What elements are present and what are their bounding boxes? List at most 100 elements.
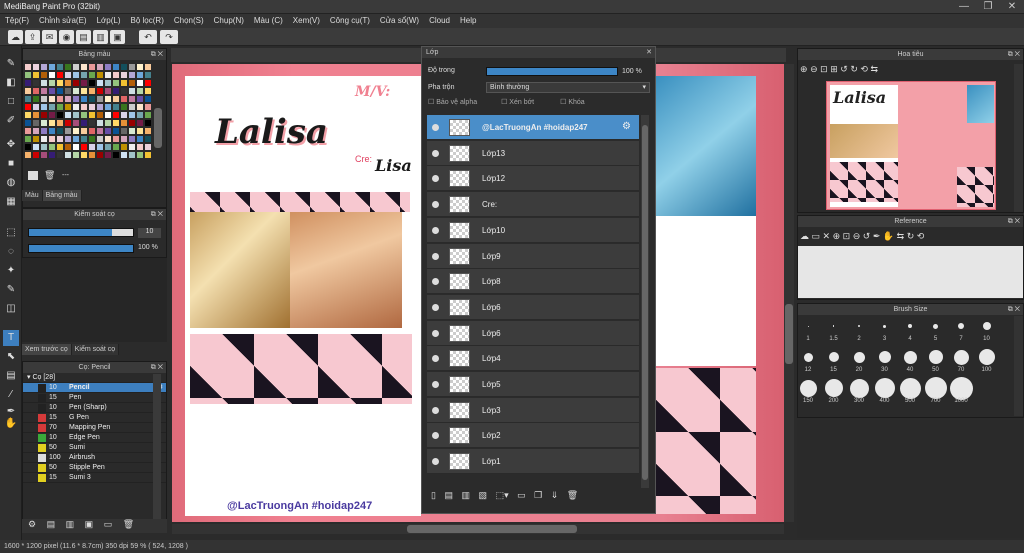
brush-add2-icon[interactable]: ▥: [66, 519, 75, 529]
palette-swatch[interactable]: [112, 143, 120, 151]
layers-close-icon[interactable]: ✕: [646, 47, 652, 58]
palette-swatch[interactable]: [120, 111, 128, 119]
palette-swatch[interactable]: [144, 95, 152, 103]
palette-swatch[interactable]: [88, 119, 96, 127]
palette-swatch[interactable]: [88, 111, 96, 119]
palette-swatch[interactable]: [72, 111, 80, 119]
folder-icon[interactable]: ▭: [517, 490, 526, 500]
palette-swatch[interactable]: [64, 111, 72, 119]
palette-swatch[interactable]: [96, 71, 104, 79]
brush-size-dot[interactable]: [928, 350, 943, 364]
palette-swatch[interactable]: [120, 87, 128, 95]
palette-swatch[interactable]: [56, 79, 64, 87]
palette-swatch[interactable]: [144, 127, 152, 135]
eye-icon[interactable]: [432, 432, 439, 440]
palette-swatch[interactable]: [128, 127, 136, 135]
palette-swatch[interactable]: [32, 135, 40, 143]
palette-swatch[interactable]: [64, 143, 72, 151]
palette-swatch[interactable]: [120, 63, 128, 71]
ref-zoom-out-icon[interactable]: ⊖: [853, 231, 861, 241]
operation-tool-icon[interactable]: ⬉: [3, 349, 19, 365]
palette-swatch[interactable]: [104, 71, 112, 79]
new-layer-icon[interactable]: ▯: [431, 490, 436, 500]
palette-swatch[interactable]: [40, 151, 48, 159]
palette-swatch[interactable]: [24, 103, 32, 111]
brush-item[interactable]: 50 Sumi: [23, 443, 166, 453]
palette-scrollbar[interactable]: [154, 108, 162, 148]
palette-swatch[interactable]: [56, 71, 64, 79]
eye-icon[interactable]: [432, 355, 439, 363]
size-value[interactable]: 10: [138, 228, 161, 238]
palette-swatch[interactable]: [32, 71, 40, 79]
palette-swatch[interactable]: [120, 127, 128, 135]
eye-icon[interactable]: [432, 303, 439, 311]
palette-swatch[interactable]: [48, 151, 56, 159]
palette-swatch[interactable]: [120, 143, 128, 151]
palette-swatch[interactable]: [80, 111, 88, 119]
palette-swatch[interactable]: [128, 79, 136, 87]
palette-swatch[interactable]: [72, 151, 80, 159]
palette-swatch[interactable]: [48, 87, 56, 95]
menu-help[interactable]: Help: [455, 14, 481, 27]
palette-swatch[interactable]: [56, 143, 64, 151]
layer-delete-icon[interactable]: 🗑: [567, 490, 578, 500]
ref-open-icon[interactable]: ▭: [812, 231, 821, 241]
palette-swatch[interactable]: [144, 79, 152, 87]
palette-swatch[interactable]: [120, 79, 128, 87]
palette-swatch[interactable]: [32, 111, 40, 119]
palette-swatch[interactable]: [96, 87, 104, 95]
palette-swatch[interactable]: [32, 95, 40, 103]
palette-swatch[interactable]: [24, 135, 32, 143]
magic-wand-icon[interactable]: ✦: [3, 263, 19, 279]
brush-size-dot[interactable]: [924, 377, 947, 399]
palette-swatch[interactable]: [104, 87, 112, 95]
palette-swatch[interactable]: [104, 143, 112, 151]
cloud-icon[interactable]: ☁: [8, 30, 23, 44]
palette-swatch[interactable]: [120, 71, 128, 79]
new-layer4-icon[interactable]: ▧: [479, 490, 488, 500]
brush-size-dot[interactable]: [933, 323, 938, 329]
palette-swatch[interactable]: [24, 143, 32, 151]
palette-swatch[interactable]: [88, 143, 96, 151]
palette-swatch[interactable]: [72, 95, 80, 103]
palette-swatch[interactable]: [64, 79, 72, 87]
palette-swatch[interactable]: [80, 103, 88, 111]
select-pen-icon[interactable]: ✎: [3, 282, 19, 298]
palette-swatch[interactable]: [32, 127, 40, 135]
opacity-slider[interactable]: [28, 244, 134, 253]
brush-size-dot[interactable]: [858, 325, 860, 327]
palette-swatch[interactable]: [144, 143, 152, 151]
undo-icon[interactable]: ↶: [139, 30, 157, 44]
palette-swatch[interactable]: [96, 135, 104, 143]
palette-swatch[interactable]: [64, 95, 72, 103]
palette-swatch[interactable]: [104, 119, 112, 127]
popout-icon[interactable]: ⧉ ✕: [1008, 49, 1020, 60]
palette-swatch[interactable]: [80, 79, 88, 87]
brush-size-dot[interactable]: [799, 379, 817, 397]
palette-swatch[interactable]: [128, 63, 136, 71]
palette-swatch[interactable]: [72, 103, 80, 111]
maximize-button[interactable]: ❐: [976, 0, 1000, 14]
palette-swatch[interactable]: [48, 103, 56, 111]
palette-swatch[interactable]: [48, 135, 56, 143]
palette-swatch[interactable]: [112, 135, 120, 143]
eye-icon[interactable]: [432, 278, 439, 286]
brush-size-dot[interactable]: [899, 377, 921, 399]
palette-swatch[interactable]: [48, 119, 56, 127]
zoom-in-icon[interactable]: ⊕: [800, 64, 808, 74]
palette-swatch[interactable]: [136, 103, 144, 111]
palette-swatch[interactable]: [80, 151, 88, 159]
dot-tool-icon[interactable]: □: [3, 94, 19, 110]
save-icon[interactable]: ▣: [110, 30, 125, 44]
protect-alpha-checkbox[interactable]: ☐ Bảo vệ alpha: [428, 99, 477, 106]
palette-swatch[interactable]: [40, 127, 48, 135]
color-palette-grid[interactable]: [24, 63, 152, 166]
palette-swatch[interactable]: [64, 135, 72, 143]
palette-swatch[interactable]: [120, 95, 128, 103]
palette-swatch[interactable]: [40, 143, 48, 151]
menu-view[interactable]: Xem(V): [288, 14, 325, 27]
palette-swatch[interactable]: [40, 135, 48, 143]
brush-item[interactable]: 70 Mapping Pen: [23, 423, 166, 433]
layer-row[interactable]: Lớp12: [427, 166, 639, 192]
palette-swatch[interactable]: [128, 103, 136, 111]
